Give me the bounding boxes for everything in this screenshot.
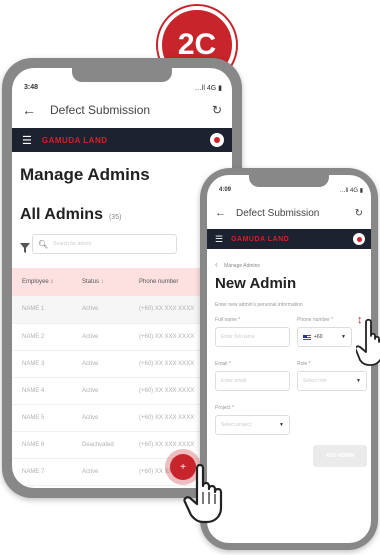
status-cell: Active <box>81 377 138 405</box>
back-arrow-icon[interactable]: ← <box>215 207 226 219</box>
page-title: Manage Admins <box>20 165 150 184</box>
breadcrumb[interactable]: ‹ Manage Admins <box>215 260 260 269</box>
full-name-field[interactable]: Enter full name <box>215 327 290 347</box>
table-row[interactable]: NAME 3 Active (+60) XX XXX XXXX <box>12 350 232 378</box>
employee-cell: NAME 5 <box>12 404 81 432</box>
search-icon: 🔍︎ <box>38 239 49 249</box>
menu-icon[interactable]: ☰ <box>22 134 32 147</box>
search-placeholder: Search for admin <box>53 241 92 247</box>
app-bar: ← Defect Submission ↻ <box>207 203 371 223</box>
phone-notch <box>249 175 329 187</box>
app-bar-title: Defect Submission <box>236 207 320 219</box>
brand-logo: GAMUDA LAND <box>231 235 290 243</box>
employee-cell: NAME 2 <box>12 323 81 351</box>
col-status[interactable]: Status ↕ <box>81 268 138 296</box>
status-cell: Active <box>81 458 138 486</box>
chevron-left-icon: ‹ <box>215 260 218 269</box>
dropdown-arrow-icon: ▼ <box>341 334 346 340</box>
table-row[interactable]: NAME 1 Active (+60) XX XXX XXXX <box>12 296 232 324</box>
admins-table: Employee ↕ Status ↕ Phone number NAME 1A… <box>12 268 232 488</box>
hand-pointer-icon <box>183 463 223 524</box>
avatar[interactable] <box>353 233 365 245</box>
email-label: Email * <box>215 361 231 367</box>
brand-bar: ☰ GAMUDA LAND <box>207 229 371 249</box>
phone-code-select[interactable]: +60 ▼ <box>297 327 352 347</box>
app-bar: ← Defect Submission ↻ <box>12 98 232 122</box>
refresh-icon[interactable]: ↻ <box>212 103 222 117</box>
table-body: NAME 1 Active (+60) XX XXX XXXX NAME 2 Activ… <box>12 296 232 488</box>
project-label: Project * <box>215 405 234 411</box>
phone-number-label: Phone number * <box>297 317 334 323</box>
brand-bar: ☰ GAMUDA LAND <box>12 128 232 152</box>
phone-notch <box>72 68 172 82</box>
table-row[interactable]: NAME 2 Active (+60) XX XXX XXXX <box>12 323 232 351</box>
employee-cell: NAME 6 <box>12 431 81 459</box>
employee-cell: NAME 8 <box>12 485 81 488</box>
avatar[interactable] <box>210 133 224 147</box>
employee-cell: NAME 1 <box>12 296 81 324</box>
employee-cell: NAME 3 <box>12 350 81 378</box>
hand-pointer-icon <box>356 318 380 366</box>
project-select[interactable]: Select project ▼ <box>215 415 290 435</box>
status-time: 4:09 <box>219 187 232 193</box>
add-admin-button[interactable]: ADD ADMIN <box>313 445 367 467</box>
employee-cell: NAME 7 <box>12 458 81 486</box>
filter-icon[interactable] <box>20 240 30 258</box>
table-row[interactable]: NAME 4 Active (+60) XX XXX XXXX <box>12 377 232 405</box>
search-input[interactable]: 🔍︎ Search for admin <box>32 234 177 254</box>
admin-count: (35) <box>108 214 122 221</box>
status-cell: Deactivated <box>81 431 138 459</box>
role-label: Role * <box>297 361 311 367</box>
dropdown-arrow-icon: ▼ <box>279 422 284 428</box>
status-cell: Active <box>81 485 138 488</box>
refresh-icon[interactable]: ↻ <box>355 208 363 219</box>
col-employee[interactable]: Employee ↕ <box>12 268 81 296</box>
status-icons: …ll 4G ▮ <box>339 188 363 194</box>
status-cell: Active <box>81 323 138 351</box>
screen-manage-admins: 3:48 …ll 4G ▮ ← Defect Submission ↻ ☰ GA… <box>12 68 232 488</box>
section-title: All Admins <box>20 206 103 223</box>
employee-cell: NAME 4 <box>12 377 81 405</box>
section-header: All Admins (35) <box>20 206 121 224</box>
status-cell: Active <box>81 404 138 432</box>
status-icons: …ll 4G ▮ <box>194 85 222 92</box>
back-arrow-icon[interactable]: ← <box>22 102 36 118</box>
app-bar-title: Defect Submission <box>50 103 151 117</box>
status-time: 3:48 <box>24 84 39 91</box>
role-select[interactable]: Select role ▼ <box>297 371 367 391</box>
form-subtitle: Enter new admin's personal information <box>215 302 303 308</box>
email-field[interactable]: Enter email <box>215 371 290 391</box>
dropdown-arrow-icon: ▼ <box>356 378 361 384</box>
status-cell: Active <box>81 350 138 378</box>
brand-logo: GAMUDA LAND <box>41 135 108 145</box>
page-title: New Admin <box>215 275 297 292</box>
malaysia-flag-icon <box>303 334 311 340</box>
table-header-row: Employee ↕ Status ↕ Phone number <box>12 268 232 296</box>
menu-icon[interactable]: ☰ <box>215 234 223 245</box>
full-name-label: Full name * <box>215 317 241 323</box>
table-row[interactable]: NAME 5 Active (+60) XX XXX XXXX <box>12 404 232 432</box>
status-cell: Active <box>81 296 138 324</box>
table-row[interactable]: NAME 6 Deactivated (+60) XX XXX XXXX <box>12 431 232 459</box>
